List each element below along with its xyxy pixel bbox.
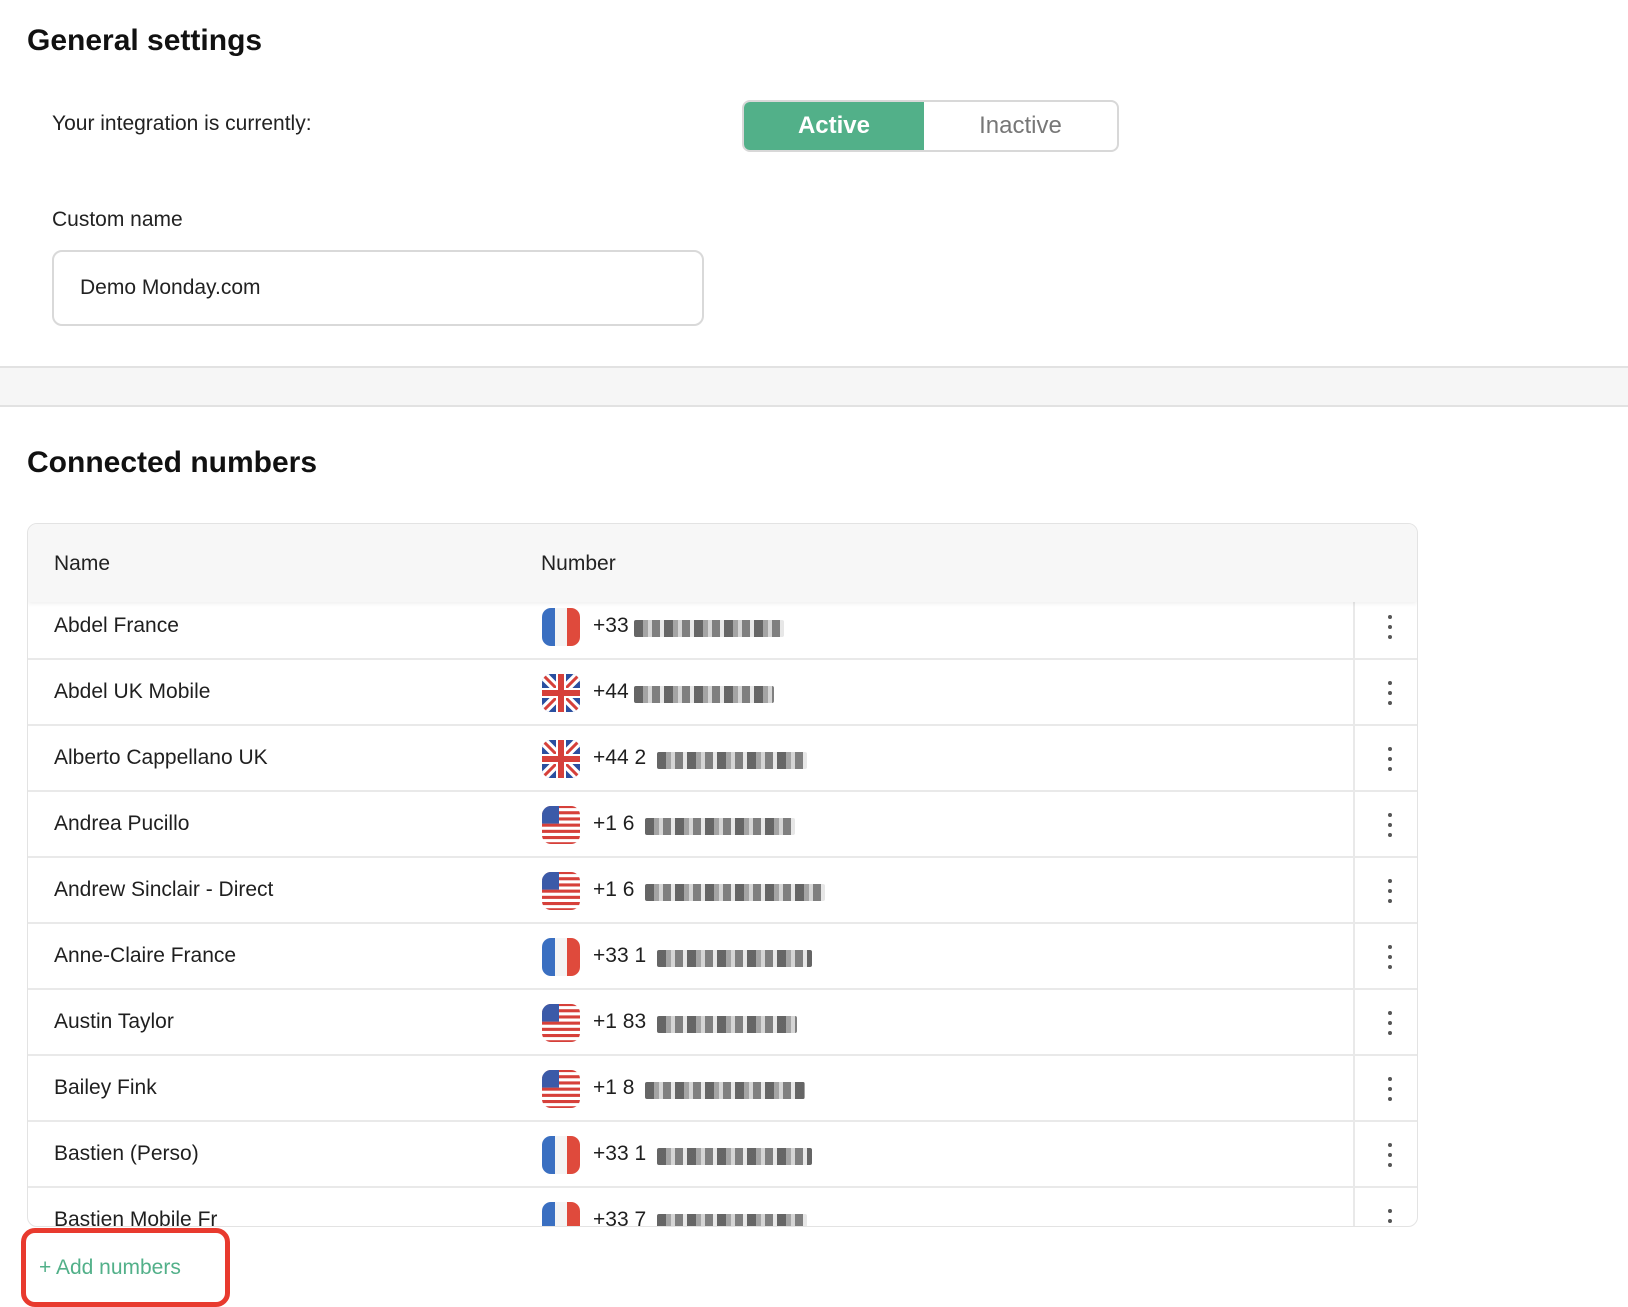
- more-options-icon[interactable]: [1383, 1140, 1397, 1170]
- more-options-icon[interactable]: [1383, 1074, 1397, 1104]
- connected-numbers-table: Name Number Abdel France +33 Abdel UK Mobi…: [27, 523, 1418, 1227]
- row-number: +33: [593, 614, 629, 637]
- row-menu-separator: [1353, 660, 1355, 726]
- row-name: Abdel France: [54, 614, 179, 637]
- redacted-number: [656, 1148, 812, 1165]
- fr-flag-icon: [541, 1135, 581, 1175]
- row-number: +1 6: [593, 878, 635, 901]
- redacted-number: [633, 686, 774, 703]
- row-number: +1 8: [593, 1076, 635, 1099]
- table-row[interactable]: Bastien Mobile Fr +33 7: [28, 1188, 1417, 1227]
- table-row[interactable]: Abdel France +33: [28, 602, 1417, 660]
- table-header: Name Number: [28, 524, 1417, 602]
- row-name: Bailey Fink: [54, 1076, 157, 1099]
- inactive-toggle-button[interactable]: Inactive: [924, 102, 1117, 150]
- table-row[interactable]: Alberto Cappellano UK +44 2: [28, 726, 1417, 792]
- more-options-icon[interactable]: [1383, 1008, 1397, 1038]
- table-row[interactable]: Anne-Claire France +33 1: [28, 924, 1417, 990]
- row-menu-separator: [1353, 726, 1355, 792]
- row-name: Andrea Pucillo: [54, 812, 190, 835]
- uk-flag-icon: [541, 673, 581, 713]
- row-menu-separator: [1353, 1122, 1355, 1188]
- table-row[interactable]: Andrea Pucillo +1 6: [28, 792, 1417, 858]
- row-menu-separator: [1353, 792, 1355, 858]
- row-number: +33 1: [593, 944, 647, 967]
- more-options-icon[interactable]: [1383, 744, 1397, 774]
- custom-name-input[interactable]: [52, 250, 704, 326]
- row-number: +44 2: [593, 746, 647, 769]
- row-menu-separator: [1353, 1188, 1355, 1226]
- table-row[interactable]: Abdel UK Mobile +44: [28, 660, 1417, 726]
- row-number: +33 1: [593, 1142, 647, 1165]
- row-menu-separator: [1353, 924, 1355, 990]
- row-number: +33 7: [593, 1208, 647, 1227]
- row-name: Austin Taylor: [54, 1010, 174, 1033]
- more-options-icon[interactable]: [1383, 1206, 1397, 1226]
- add-numbers-link[interactable]: + Add numbers: [39, 1256, 181, 1280]
- us-flag-icon: [541, 1003, 581, 1043]
- row-number: +1 83: [593, 1010, 647, 1033]
- table-row[interactable]: Bastien (Perso) +33 1: [28, 1122, 1417, 1188]
- row-name: Andrew Sinclair - Direct: [54, 878, 274, 901]
- table-row[interactable]: Austin Taylor +1 83: [28, 990, 1417, 1056]
- table-body: Abdel France +33 Abdel UK Mobile +44 Alberto…: [28, 602, 1417, 1227]
- active-toggle-button[interactable]: Active: [744, 102, 924, 150]
- row-number: +1 6: [593, 812, 635, 835]
- integration-status-label: Your integration is currently:: [52, 112, 312, 135]
- redacted-number: [633, 620, 784, 637]
- row-menu-separator: [1353, 602, 1355, 660]
- more-options-icon[interactable]: [1383, 942, 1397, 972]
- more-options-icon[interactable]: [1383, 678, 1397, 708]
- redacted-number: [656, 1214, 807, 1226]
- more-options-icon[interactable]: [1383, 612, 1397, 642]
- integration-status-toggle: Active Inactive: [742, 100, 1119, 152]
- redacted-number: [656, 950, 812, 967]
- redacted-number: [656, 752, 807, 769]
- row-name: Anne-Claire France: [54, 944, 237, 967]
- redacted-number: [645, 818, 795, 835]
- redacted-number: [656, 1016, 797, 1033]
- row-menu-separator: [1353, 990, 1355, 1056]
- fr-flag-icon: [541, 607, 581, 647]
- column-header-name: Name: [54, 552, 111, 575]
- row-name: Bastien Mobile Fr: [54, 1208, 218, 1227]
- row-number: +44: [593, 680, 629, 703]
- us-flag-icon: [541, 871, 581, 911]
- row-name: Bastien (Perso): [54, 1142, 199, 1165]
- us-flag-icon: [541, 1069, 581, 1109]
- redacted-number: [645, 884, 825, 901]
- fr-flag-icon: [541, 937, 581, 977]
- fr-flag-icon: [541, 1201, 581, 1226]
- more-options-icon[interactable]: [1383, 876, 1397, 906]
- section-divider: [0, 366, 1628, 407]
- connected-numbers-title: Connected numbers: [27, 446, 318, 479]
- general-settings-title: General settings: [27, 24, 263, 57]
- more-options-icon[interactable]: [1383, 810, 1397, 840]
- column-header-number: Number: [541, 552, 616, 575]
- table-row[interactable]: Andrew Sinclair - Direct +1 6: [28, 858, 1417, 924]
- row-menu-separator: [1353, 858, 1355, 924]
- row-name: Alberto Cappellano UK: [54, 746, 268, 769]
- us-flag-icon: [541, 805, 581, 845]
- row-name: Abdel UK Mobile: [54, 680, 211, 703]
- row-menu-separator: [1353, 1056, 1355, 1122]
- redacted-number: [645, 1082, 805, 1099]
- table-row[interactable]: Bailey Fink +1 8: [28, 1056, 1417, 1122]
- custom-name-label: Custom name: [52, 208, 183, 231]
- uk-flag-icon: [541, 739, 581, 779]
